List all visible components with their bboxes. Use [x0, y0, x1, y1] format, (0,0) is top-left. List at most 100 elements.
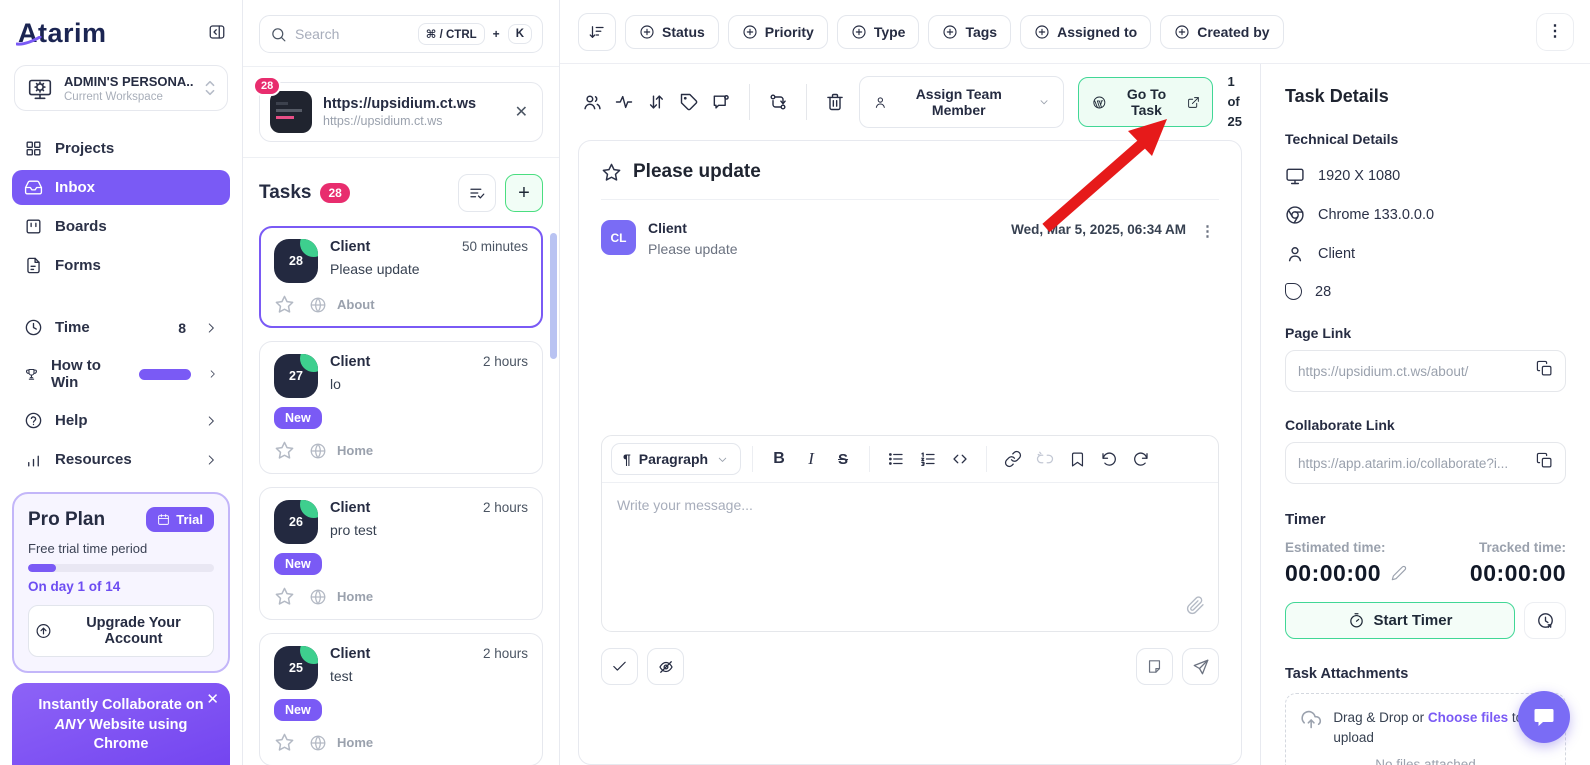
page-link-field	[1285, 350, 1566, 392]
resolution-row: 1920 X 1080	[1285, 166, 1566, 186]
attach-file-icon[interactable]	[1186, 596, 1205, 620]
sort-button[interactable]	[578, 13, 616, 51]
move-task-button[interactable]	[764, 86, 792, 118]
inbox-icon	[24, 178, 43, 197]
unlink-button[interactable]	[1030, 444, 1060, 474]
collaborate-link-input[interactable]	[1298, 456, 1527, 471]
assign-team-member-dropdown[interactable]: Assign Team Member	[859, 76, 1064, 128]
add-task-button[interactable]: +	[505, 174, 543, 212]
bookmark-button[interactable]	[1062, 444, 1092, 474]
sidebar-item-boards[interactable]: Boards	[12, 209, 230, 244]
upgrade-account-button[interactable]: Upgrade Your Account	[28, 605, 214, 657]
trial-progress-fill	[28, 564, 56, 572]
redo-button[interactable]	[1126, 444, 1156, 474]
filter-status[interactable]: Status	[625, 15, 719, 49]
workspace-switcher[interactable]: ADMIN'S PERSONA... Current Workspace	[14, 65, 228, 111]
sort-desc-icon	[588, 23, 606, 41]
filter-type[interactable]: Type	[837, 15, 920, 49]
task-title: Please update	[330, 261, 528, 277]
message-row: CL Client Please update Wed, Mar 5, 2025…	[601, 220, 1219, 257]
circle-plus-icon	[942, 24, 958, 40]
circle-plus-icon	[1174, 24, 1190, 40]
upgrade-arrow-icon	[35, 622, 52, 640]
code-icon	[951, 450, 969, 468]
filter-label: Assigned to	[1057, 24, 1137, 40]
search-bar: ⌘ / CTRL + K	[259, 15, 543, 53]
italic-button[interactable]: I	[796, 444, 826, 474]
collapse-sidebar-button[interactable]	[208, 23, 226, 44]
sidebar-item-projects[interactable]: Projects	[12, 131, 230, 166]
internal-note-toggle-button[interactable]	[647, 648, 684, 685]
link-button[interactable]	[998, 444, 1028, 474]
star-icon[interactable]	[274, 586, 295, 607]
task-card[interactable]: 26 Client 2 hours pro test New Home	[259, 487, 543, 620]
notes-button[interactable]	[1136, 648, 1173, 685]
app-window: Atarim ADMIN'S PERSONA... Current Worksp…	[0, 0, 1590, 765]
copy-icon[interactable]	[1536, 452, 1553, 474]
bold-button[interactable]: B	[764, 444, 794, 474]
dropzone-text: Drag & Drop or	[1333, 710, 1428, 725]
task-list-scrollbar[interactable]	[550, 233, 557, 359]
star-icon[interactable]	[601, 162, 622, 183]
task-detail-main: Assign Team Member Go To Task 1 of 25	[560, 64, 1260, 765]
sidebar-item-label: Help	[55, 412, 192, 429]
transfer-icon	[768, 92, 788, 112]
send-button[interactable]	[1182, 648, 1219, 685]
start-timer-label: Start Timer	[1374, 612, 1453, 629]
sidebar-item-forms[interactable]: Forms	[12, 248, 230, 283]
task-card[interactable]: 28 Client 50 minutes Please update About	[259, 226, 543, 328]
filter-label: Created by	[1197, 24, 1269, 40]
time-log-button[interactable]	[1524, 602, 1566, 639]
bullet-list-button[interactable]	[881, 444, 911, 474]
message-timestamp: Wed, Mar 5, 2025, 06:34 AM	[1011, 222, 1186, 237]
task-card[interactable]: 27 Client 2 hours lo New Home	[259, 341, 543, 474]
task-card[interactable]: 25 Client 2 hours test New Home	[259, 633, 543, 765]
star-icon[interactable]	[274, 732, 295, 753]
more-options-button[interactable]: ⋮	[1536, 13, 1574, 51]
filter-created-by[interactable]: Created by	[1160, 15, 1283, 49]
filter-assigned-to[interactable]: Assigned to	[1020, 15, 1151, 49]
choose-files-link[interactable]: Choose files	[1428, 710, 1508, 725]
sidebar-item-resources[interactable]: Resources	[12, 443, 230, 476]
sidebar-item-inbox[interactable]: Inbox	[12, 170, 230, 205]
up-down-arrows-icon	[646, 92, 666, 112]
task-age: 2 hours	[483, 500, 528, 515]
search-input[interactable]	[295, 26, 410, 42]
task-filter-button[interactable]	[458, 174, 496, 212]
sidebar-item-time[interactable]: Time 8	[12, 311, 230, 344]
task-number-avatar: 28	[274, 239, 318, 283]
go-to-task-button[interactable]: Go To Task	[1078, 77, 1214, 127]
status-flag-button[interactable]	[707, 86, 735, 118]
undo-button[interactable]	[1094, 444, 1124, 474]
code-button[interactable]	[945, 444, 975, 474]
strikethrough-button[interactable]: S	[828, 444, 858, 474]
ordered-list-button[interactable]	[913, 444, 943, 474]
chat-widget-button[interactable]	[1518, 691, 1570, 743]
star-icon[interactable]	[274, 294, 295, 315]
star-icon[interactable]	[274, 440, 295, 461]
filter-tags[interactable]: Tags	[928, 15, 1011, 49]
filter-priority[interactable]: Priority	[728, 15, 828, 49]
message-input[interactable]	[602, 483, 1218, 631]
copy-icon[interactable]	[1536, 360, 1553, 382]
page-link-input[interactable]	[1298, 364, 1527, 379]
sort-order-button[interactable]	[642, 86, 670, 118]
start-timer-button[interactable]: Start Timer	[1285, 602, 1515, 639]
site-filter-card[interactable]: 28 https://upsidium.ct.ws https://upsidi…	[259, 82, 543, 142]
banner-close-icon[interactable]: ✕	[206, 692, 219, 707]
sidebar-item-how-to-win[interactable]: How to Win	[12, 350, 230, 398]
forms-icon	[24, 256, 43, 275]
tag-button[interactable]	[675, 86, 703, 118]
message-options-button[interactable]: ⋮	[1196, 220, 1219, 242]
task-page-label: Home	[337, 589, 373, 604]
resolve-button[interactable]	[601, 648, 638, 685]
trophy-icon	[24, 365, 39, 384]
tracked-time-label: Tracked time:	[1470, 540, 1566, 555]
activity-button[interactable]	[610, 86, 638, 118]
collaborators-button[interactable]	[578, 86, 606, 118]
delete-task-button[interactable]	[821, 86, 849, 118]
edit-estimate-icon[interactable]	[1391, 560, 1407, 587]
sidebar-item-help[interactable]: Help	[12, 404, 230, 437]
paragraph-style-dropdown[interactable]: ¶ Paragraph	[611, 443, 741, 475]
remove-site-filter-icon[interactable]: ✕	[511, 100, 532, 124]
